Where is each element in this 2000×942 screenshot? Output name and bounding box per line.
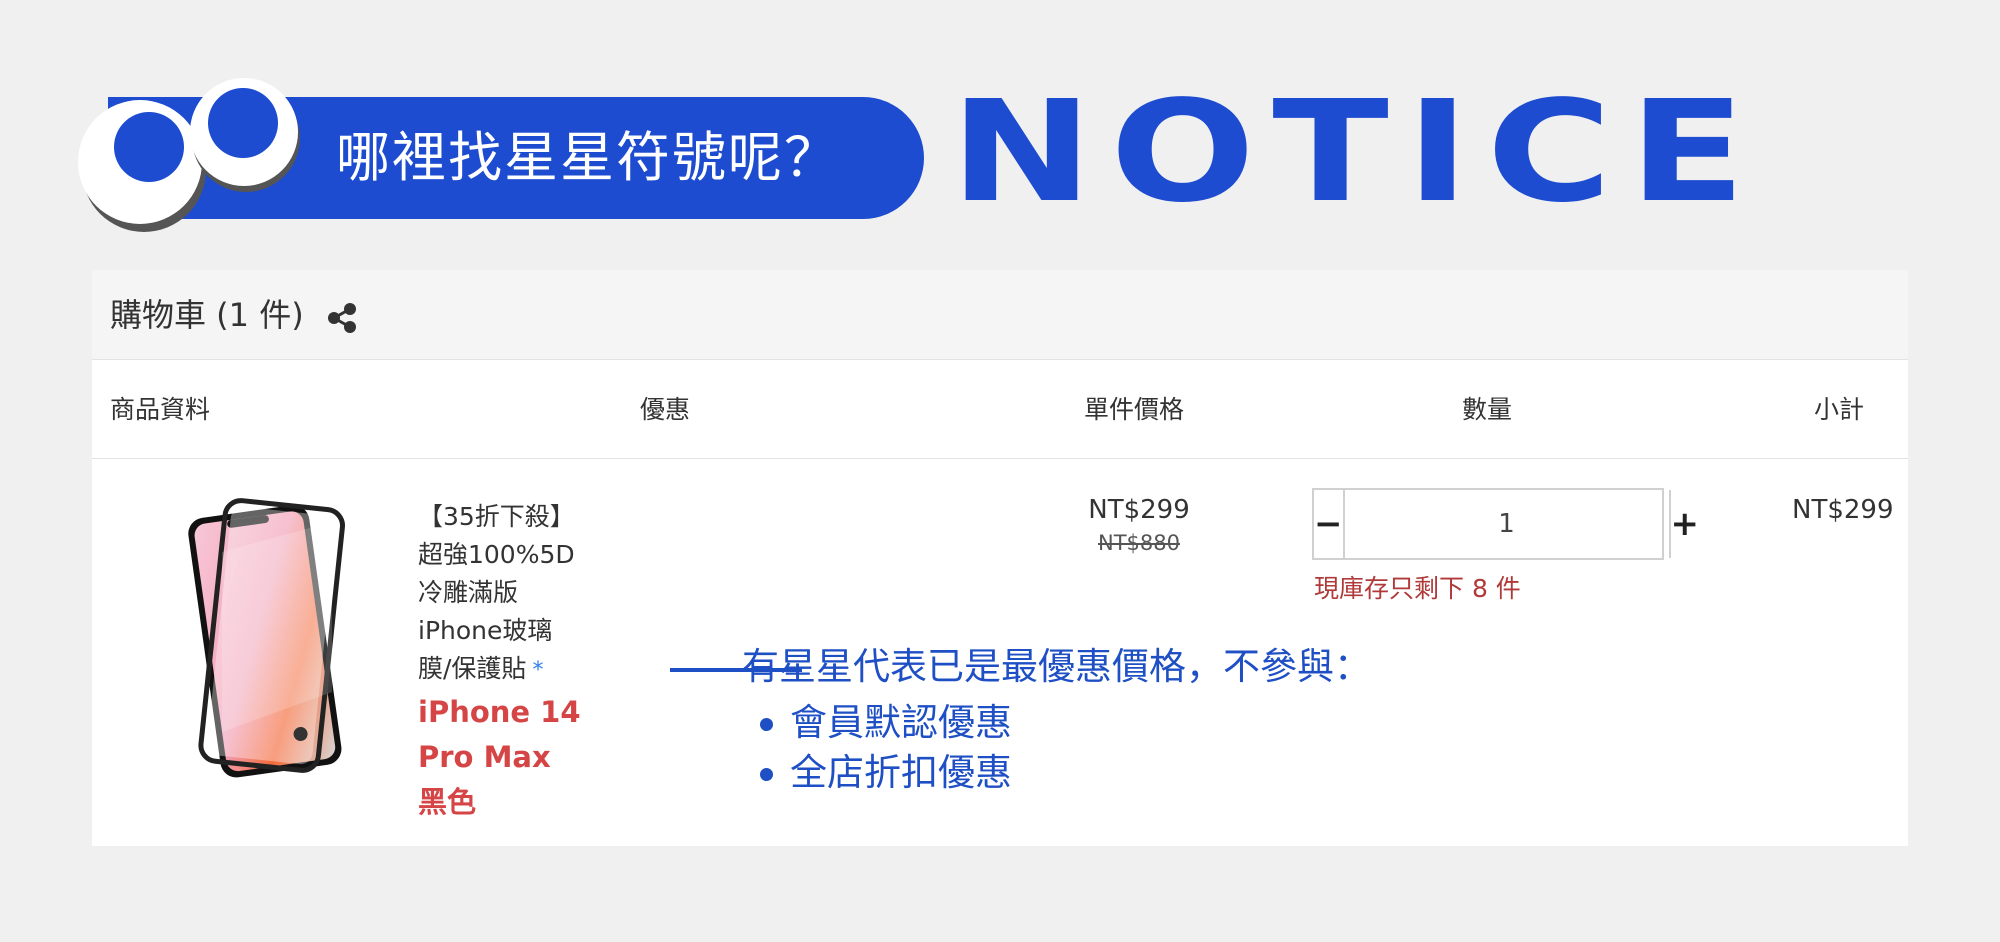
stock-note: 現庫存只剩下 8 件 bbox=[1314, 574, 1521, 603]
cart-title: 購物車 (1 件) bbox=[110, 296, 304, 334]
increase-quantity-button[interactable]: + bbox=[1668, 490, 1699, 558]
column-header-product: 商品資料 bbox=[110, 395, 211, 424]
annotation-list-item: 會員默認優惠 bbox=[756, 698, 1012, 748]
best-price-star-icon: * bbox=[532, 658, 544, 683]
product-name-last-line: 膜/保護貼 * bbox=[418, 650, 648, 690]
product-name-line: iPhone玻璃 bbox=[418, 616, 553, 645]
share-icon[interactable] bbox=[326, 302, 358, 334]
original-price: NT$880 bbox=[1098, 531, 1180, 555]
annotation-title: 有星星代表已是最優惠價格，不參與： bbox=[742, 645, 1371, 688]
product-name-line: 膜/保護貼 bbox=[418, 654, 527, 683]
cart-header: 購物車 (1 件) bbox=[92, 270, 1908, 360]
product-name[interactable]: 【35折下殺】 超強100%5D 冷雕滿版 iPhone玻璃 膜/保護貼 * bbox=[418, 498, 648, 690]
variant-line: iPhone 14 bbox=[418, 695, 581, 729]
shopping-cart: 購物車 (1 件) 商品資料 優惠 單件價格 數量 小計 【35折下殺】 超強1… bbox=[92, 270, 1908, 846]
subtotal: NT$299 bbox=[1792, 495, 1894, 525]
column-header-promotion: 優惠 bbox=[640, 395, 691, 424]
decrease-quantity-button[interactable]: − bbox=[1314, 490, 1345, 558]
product-name-line: 【35折下殺】 bbox=[418, 502, 575, 531]
product-variant: iPhone 14 Pro Max 黑色 bbox=[418, 690, 618, 825]
product-name-line: 超強100%5D bbox=[418, 540, 575, 569]
pupil-small-icon bbox=[208, 88, 278, 158]
column-header-quantity: 數量 bbox=[1462, 395, 1513, 424]
variant-line: 黑色 bbox=[418, 785, 477, 819]
product-name-line: 冷雕滿版 bbox=[418, 578, 519, 607]
cart-table-header: 商品資料 優惠 單件價格 數量 小計 bbox=[92, 361, 1908, 459]
column-header-subtotal: 小計 bbox=[1814, 395, 1865, 424]
column-header-unit-price: 單件價格 bbox=[1084, 395, 1185, 424]
product-thumbnail[interactable] bbox=[182, 492, 352, 792]
quantity-stepper: − + bbox=[1312, 488, 1699, 560]
notice-heading: NOTICE bbox=[950, 90, 1763, 215]
quantity-input[interactable] bbox=[1344, 490, 1669, 558]
annotation-list-item: 全店折扣優惠 bbox=[756, 748, 1012, 798]
pupil-big-icon bbox=[114, 112, 184, 182]
annotation-list: 會員默認優惠 全店折扣優惠 bbox=[756, 698, 1012, 798]
banner-title: 哪裡找星星符號呢？ bbox=[336, 126, 840, 189]
variant-line: Pro Max bbox=[418, 740, 551, 774]
unit-price: NT$299 bbox=[1088, 495, 1190, 525]
